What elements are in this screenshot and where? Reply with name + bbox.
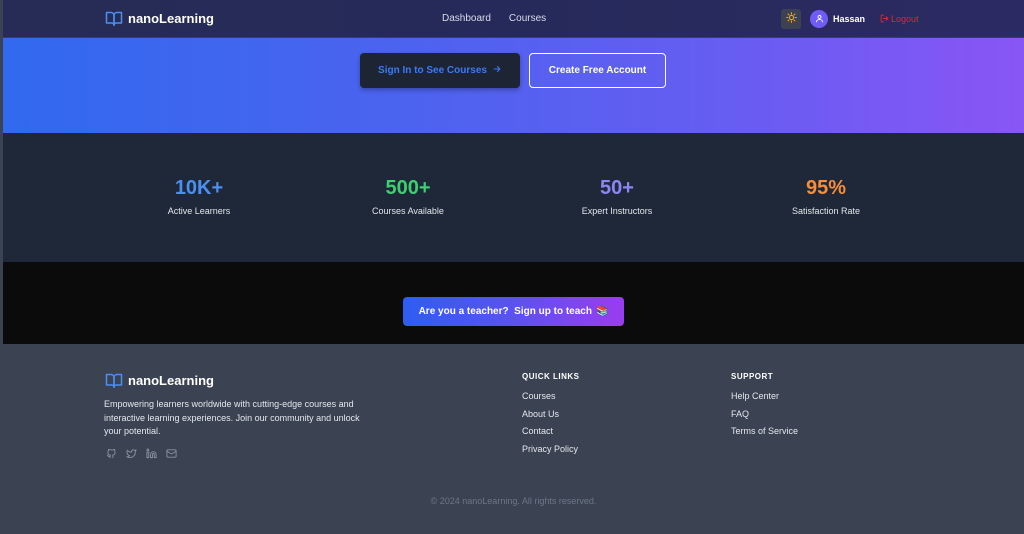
copyright: © 2024 nanoLearning. All rights reserved… bbox=[430, 496, 597, 506]
social-links bbox=[105, 447, 177, 459]
logout-label: Logout bbox=[891, 14, 919, 24]
stat-label: Active Learners bbox=[167, 206, 231, 216]
footer-quick-links: QUICK LINKS Courses About Us Contact Pri… bbox=[522, 372, 580, 462]
footer-link-courses[interactable]: Courses bbox=[522, 391, 580, 409]
mail-icon[interactable] bbox=[165, 447, 177, 459]
stat-courses-available: 500+ Courses Available bbox=[328, 176, 488, 216]
stat-active-learners: 10K+ Active Learners bbox=[119, 176, 279, 216]
nav-links: Dashboard Courses bbox=[442, 13, 546, 24]
sun-icon bbox=[785, 10, 797, 28]
stat-value: 95% bbox=[805, 177, 847, 199]
hero-section: Sign In to See Courses Create Free Accou… bbox=[3, 38, 1024, 133]
footer-support: SUPPORT Help Center FAQ Terms of Service bbox=[731, 372, 798, 444]
logout-icon bbox=[880, 14, 889, 25]
signin-to-see-courses-button[interactable]: Sign In to See Courses bbox=[360, 53, 520, 88]
teacher-signup-button[interactable]: Are you a teacher? Sign up to teach 📚 bbox=[403, 297, 624, 326]
stats-section: 10K+ Active Learners 500+ Courses Availa… bbox=[3, 133, 1024, 262]
footer-link-privacy-policy[interactable]: Privacy Policy bbox=[522, 444, 580, 462]
stat-value: 500+ bbox=[385, 177, 431, 199]
footer-link-contact[interactable]: Contact bbox=[522, 426, 580, 444]
user-icon bbox=[815, 10, 824, 28]
twitter-icon[interactable] bbox=[125, 447, 137, 459]
theme-toggle-button[interactable] bbox=[781, 9, 801, 29]
footer-link-terms-of-service[interactable]: Terms of Service bbox=[731, 426, 798, 444]
github-icon[interactable] bbox=[105, 447, 117, 459]
stat-expert-instructors: 50+ Expert Instructors bbox=[537, 176, 697, 216]
stat-label: Courses Available bbox=[372, 206, 444, 216]
linkedin-icon[interactable] bbox=[145, 447, 157, 459]
stat-value: 10K+ bbox=[174, 177, 224, 199]
create-free-account-button[interactable]: Create Free Account bbox=[529, 53, 666, 88]
avatar[interactable] bbox=[810, 10, 828, 28]
books-icon: 📚 bbox=[595, 306, 609, 317]
arrow-right-icon bbox=[492, 64, 502, 77]
stat-label: Expert Instructors bbox=[581, 206, 653, 216]
nav-link-dashboard[interactable]: Dashboard bbox=[442, 13, 491, 24]
stat-value: 50+ bbox=[600, 177, 634, 199]
quick-links-heading: QUICK LINKS bbox=[522, 372, 580, 381]
user-name[interactable]: Hassan bbox=[833, 14, 865, 24]
footer-description: Empowering learners worldwide with cutti… bbox=[104, 399, 360, 436]
footer-brand-logo[interactable]: nanoLearning bbox=[105, 372, 214, 389]
signin-button-label: Sign In to See Courses bbox=[378, 65, 487, 76]
brand-logo[interactable]: nanoLearning bbox=[105, 10, 214, 27]
footer-link-help-center[interactable]: Help Center bbox=[731, 391, 798, 409]
stat-satisfaction-rate: 95% Satisfaction Rate bbox=[746, 176, 906, 216]
navbar: nanoLearning Dashboard Courses Hassan Lo… bbox=[3, 0, 1024, 38]
stat-label: Satisfaction Rate bbox=[791, 206, 861, 216]
create-button-label: Create Free Account bbox=[548, 65, 647, 76]
teacher-cta-section: Are you a teacher? Sign up to teach 📚 bbox=[3, 262, 1024, 344]
book-icon bbox=[105, 372, 123, 389]
teacher-button-label: Are you a teacher? Sign up to teach bbox=[418, 306, 592, 317]
footer-link-faq[interactable]: FAQ bbox=[731, 409, 798, 427]
support-heading: SUPPORT bbox=[731, 372, 774, 381]
book-icon bbox=[105, 10, 123, 27]
page: nanoLearning Dashboard Courses Hassan Lo… bbox=[3, 0, 1024, 534]
brand-name: nanoLearning bbox=[128, 11, 214, 26]
logout-button[interactable]: Logout bbox=[880, 14, 919, 25]
footer-brand-name: nanoLearning bbox=[128, 373, 214, 388]
footer: nanoLearning Empowering learners worldwi… bbox=[3, 344, 1024, 534]
nav-link-courses[interactable]: Courses bbox=[509, 13, 546, 24]
nav-user-area: Hassan Logout bbox=[781, 9, 919, 29]
footer-link-about-us[interactable]: About Us bbox=[522, 409, 580, 427]
